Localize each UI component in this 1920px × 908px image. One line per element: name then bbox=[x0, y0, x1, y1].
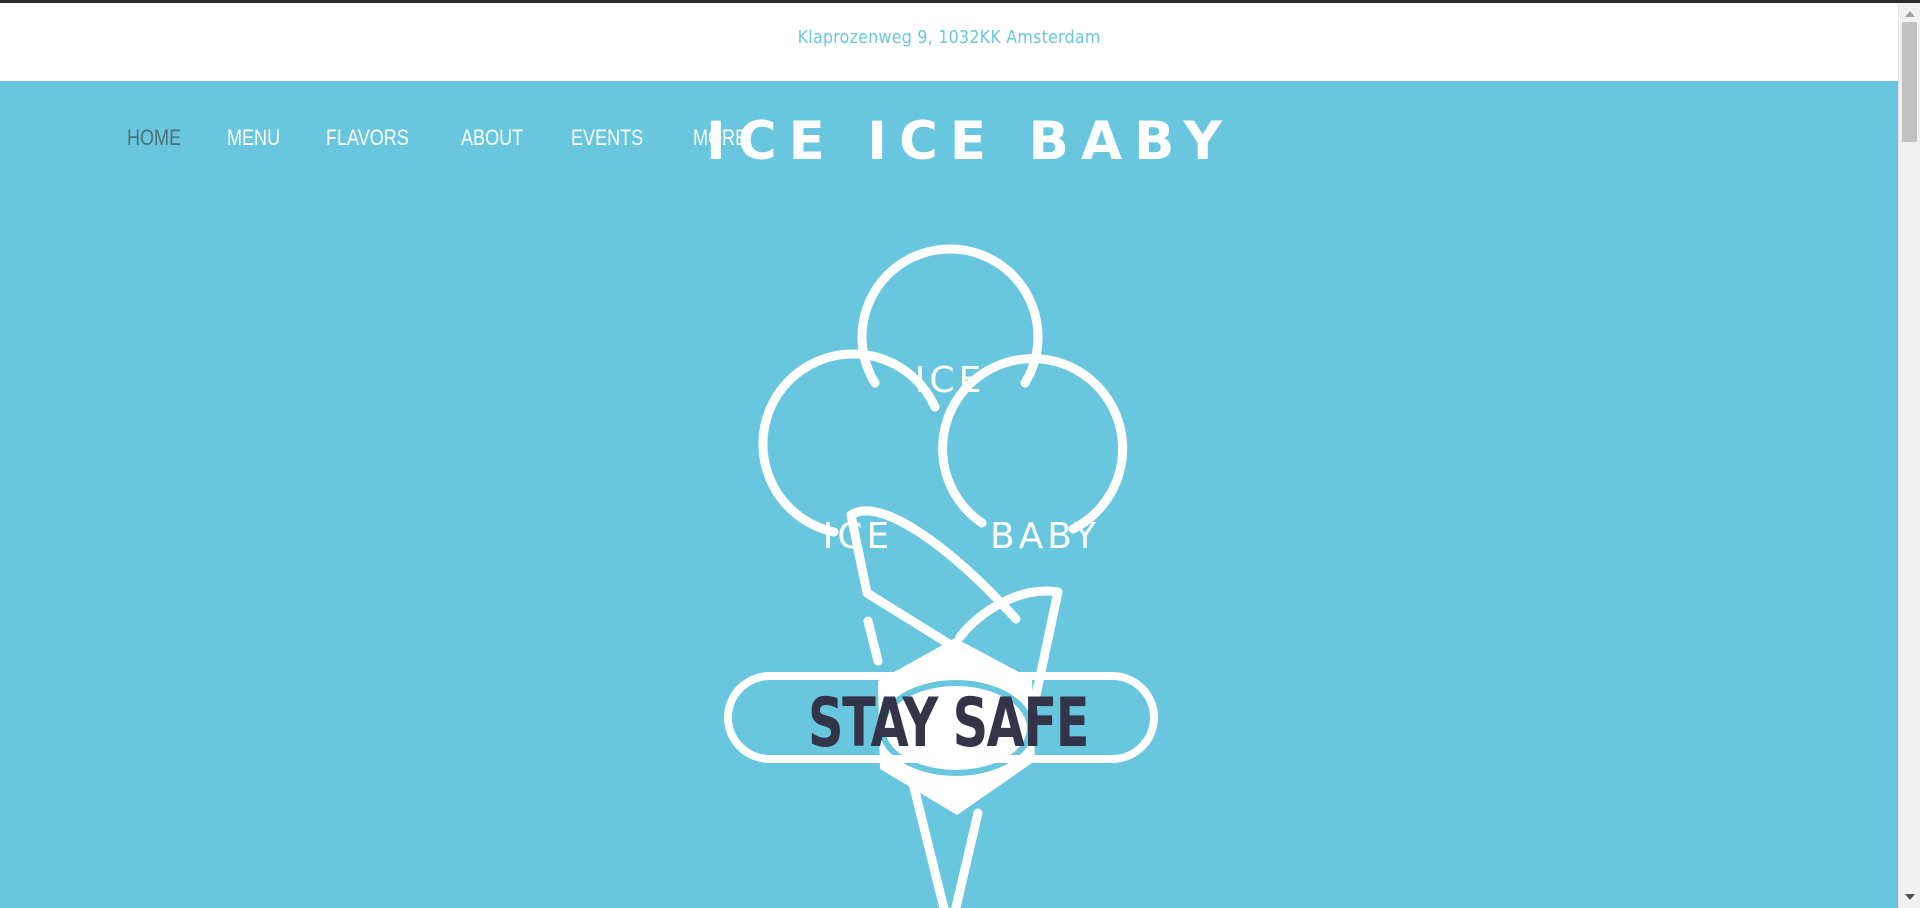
triangle-down-icon[interactable] bbox=[1899, 890, 1920, 904]
nav-item-about[interactable]: ABOUT bbox=[461, 125, 523, 151]
nav-item-menu[interactable]: MENU bbox=[227, 125, 280, 151]
stay-safe-banner-text: STAY SAFE bbox=[808, 684, 1088, 763]
hero-section: HOME MENU FLAVORS ABOUT EVENTS MORE ICE … bbox=[0, 81, 1898, 908]
scoop-top-label: ICE bbox=[915, 360, 986, 401]
main-nav: HOME MENU FLAVORS ABOUT EVENTS MORE bbox=[127, 123, 804, 153]
scoop-left-label: ICE bbox=[823, 516, 894, 557]
nav-item-home[interactable]: HOME bbox=[127, 125, 181, 151]
scoop-right-label: BABY bbox=[990, 516, 1100, 557]
ice-cream-logo: ICE ICE BABY STAY SAFE bbox=[724, 244, 1158, 908]
page-scrollbar[interactable] bbox=[1898, 3, 1920, 908]
address-text[interactable]: Klaprozenweg 9, 1032KK Amsterdam bbox=[798, 27, 1101, 48]
scroll-thumb[interactable] bbox=[1902, 22, 1917, 142]
nav-item-events[interactable]: EVENTS bbox=[571, 125, 643, 151]
triangle-up-icon[interactable] bbox=[1899, 7, 1920, 21]
site-title[interactable]: ICE ICE BABY bbox=[706, 111, 1234, 172]
address-bar: Klaprozenweg 9, 1032KK Amsterdam bbox=[0, 3, 1898, 81]
nav-item-flavors[interactable]: FLAVORS bbox=[326, 125, 409, 151]
scoop-left-outline bbox=[758, 349, 940, 537]
cone-stem-left bbox=[863, 616, 883, 666]
